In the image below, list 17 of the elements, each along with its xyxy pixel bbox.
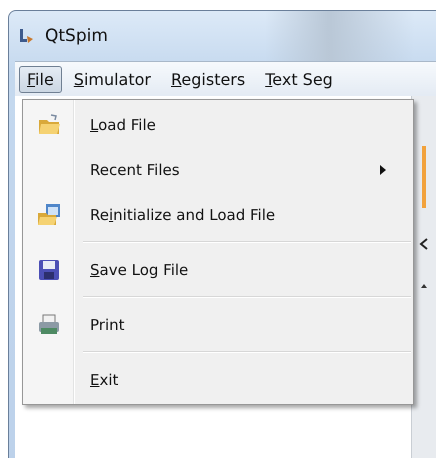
folder-icon [37,112,61,136]
menu-item[interactable]: Reinitialize and Load File [25,192,411,237]
menu-item[interactable]: Print [25,302,411,347]
app-icon [17,27,35,45]
window-title: QtSpim [45,26,108,46]
submenu-arrow-icon [379,164,387,176]
folder-window-icon [37,202,61,226]
menu-bar-item[interactable]: Registers [163,66,254,92]
menu-item[interactable]: Load File [25,102,411,147]
menu-bar-item[interactable]: File [19,66,62,92]
field-border [422,146,426,208]
menu-bar-item[interactable]: Text Seg [257,66,341,92]
menu-item[interactable]: Exit [25,357,411,402]
menu-bar-item[interactable]: Simulator [66,66,159,92]
menu-item[interactable]: Recent Files [25,147,411,192]
menu-item[interactable]: Save Log File [25,247,411,292]
printer-icon [37,312,61,336]
